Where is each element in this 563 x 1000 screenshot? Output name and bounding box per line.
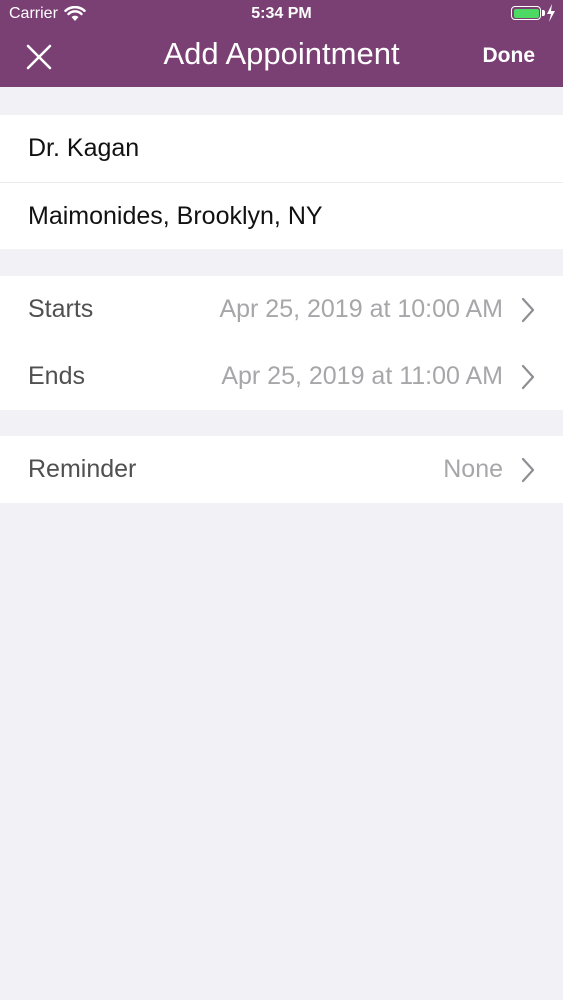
doctor-name[interactable]: Dr. Kagan bbox=[0, 134, 139, 163]
battery-icon bbox=[511, 6, 545, 20]
battery-fill bbox=[513, 8, 539, 18]
schedule-group: Starts Apr 25, 2019 at 10:00 AM Ends Apr… bbox=[0, 276, 563, 410]
battery-tip bbox=[542, 10, 545, 16]
reminder-value: None bbox=[443, 455, 503, 483]
chevron-right-icon bbox=[521, 297, 535, 322]
chevron-right-icon bbox=[521, 457, 535, 482]
starts-label: Starts bbox=[28, 295, 94, 323]
status-time: 5:34 PM bbox=[251, 5, 312, 22]
ends-label: Ends bbox=[28, 362, 85, 390]
ends-value: Apr 25, 2019 at 11:00 AM bbox=[221, 362, 503, 390]
reminder-group: Reminder None bbox=[0, 436, 563, 503]
details-group: Dr. Kagan Maimonides, Brooklyn, NY bbox=[0, 115, 563, 249]
starts-row[interactable]: Starts Apr 25, 2019 at 10:00 AM bbox=[0, 276, 563, 343]
status-bar: Carrier 5:34 PM bbox=[0, 0, 563, 30]
location-text[interactable]: Maimonides, Brooklyn, NY bbox=[0, 202, 323, 231]
page-title: Add Appointment bbox=[163, 36, 400, 71]
location-field[interactable]: Maimonides, Brooklyn, NY bbox=[0, 182, 563, 249]
header: Carrier 5:34 PM Add Appointment Done bbox=[0, 0, 563, 87]
done-button[interactable]: Done bbox=[483, 44, 536, 68]
reminder-row[interactable]: Reminder None bbox=[0, 436, 563, 503]
chevron-right-icon bbox=[521, 364, 535, 389]
ends-row[interactable]: Ends Apr 25, 2019 at 11:00 AM bbox=[0, 343, 563, 410]
starts-value: Apr 25, 2019 at 10:00 AM bbox=[219, 295, 503, 323]
charging-bolt-icon bbox=[547, 4, 555, 22]
reminder-label: Reminder bbox=[28, 455, 137, 483]
doctor-field[interactable]: Dr. Kagan bbox=[0, 115, 563, 182]
